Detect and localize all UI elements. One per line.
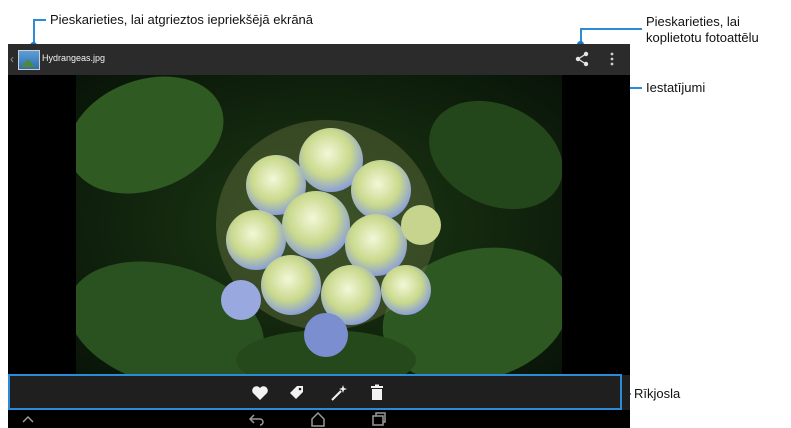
- annotation-settings: Iestatījumi: [646, 80, 706, 95]
- system-nav-bar: [8, 410, 630, 428]
- image-title: Hydrangeas.jpg: [42, 53, 106, 63]
- chevron-up-icon[interactable]: [20, 411, 36, 427]
- home-icon[interactable]: [310, 411, 326, 427]
- annotation-line-share-h: [580, 28, 642, 30]
- annotation-share-line2: koplietotu fotoattēlu: [646, 30, 759, 45]
- recent-apps-icon[interactable]: [371, 411, 387, 427]
- toolbar-highlight-frame: [8, 374, 622, 410]
- overflow-menu-icon[interactable]: [606, 51, 618, 67]
- annotation-back: Pieskarieties, lai atgrieztos iepriekšēj…: [50, 12, 314, 27]
- action-bar: ‹ Hydrangeas.jpg: [8, 44, 630, 75]
- gallery-screen: ‹ Hydrangeas.jpg: [8, 44, 630, 428]
- chevron-left-icon[interactable]: ‹: [10, 52, 18, 66]
- back-arrow-icon[interactable]: [248, 411, 264, 427]
- share-icon[interactable]: [574, 51, 590, 67]
- gallery-image-icon[interactable]: [18, 50, 40, 70]
- hydrangea-photo[interactable]: [76, 75, 562, 375]
- annotation-toolbar: Rīkjosla: [634, 386, 681, 401]
- annotation-share-line1: Pieskarieties, lai: [646, 14, 740, 29]
